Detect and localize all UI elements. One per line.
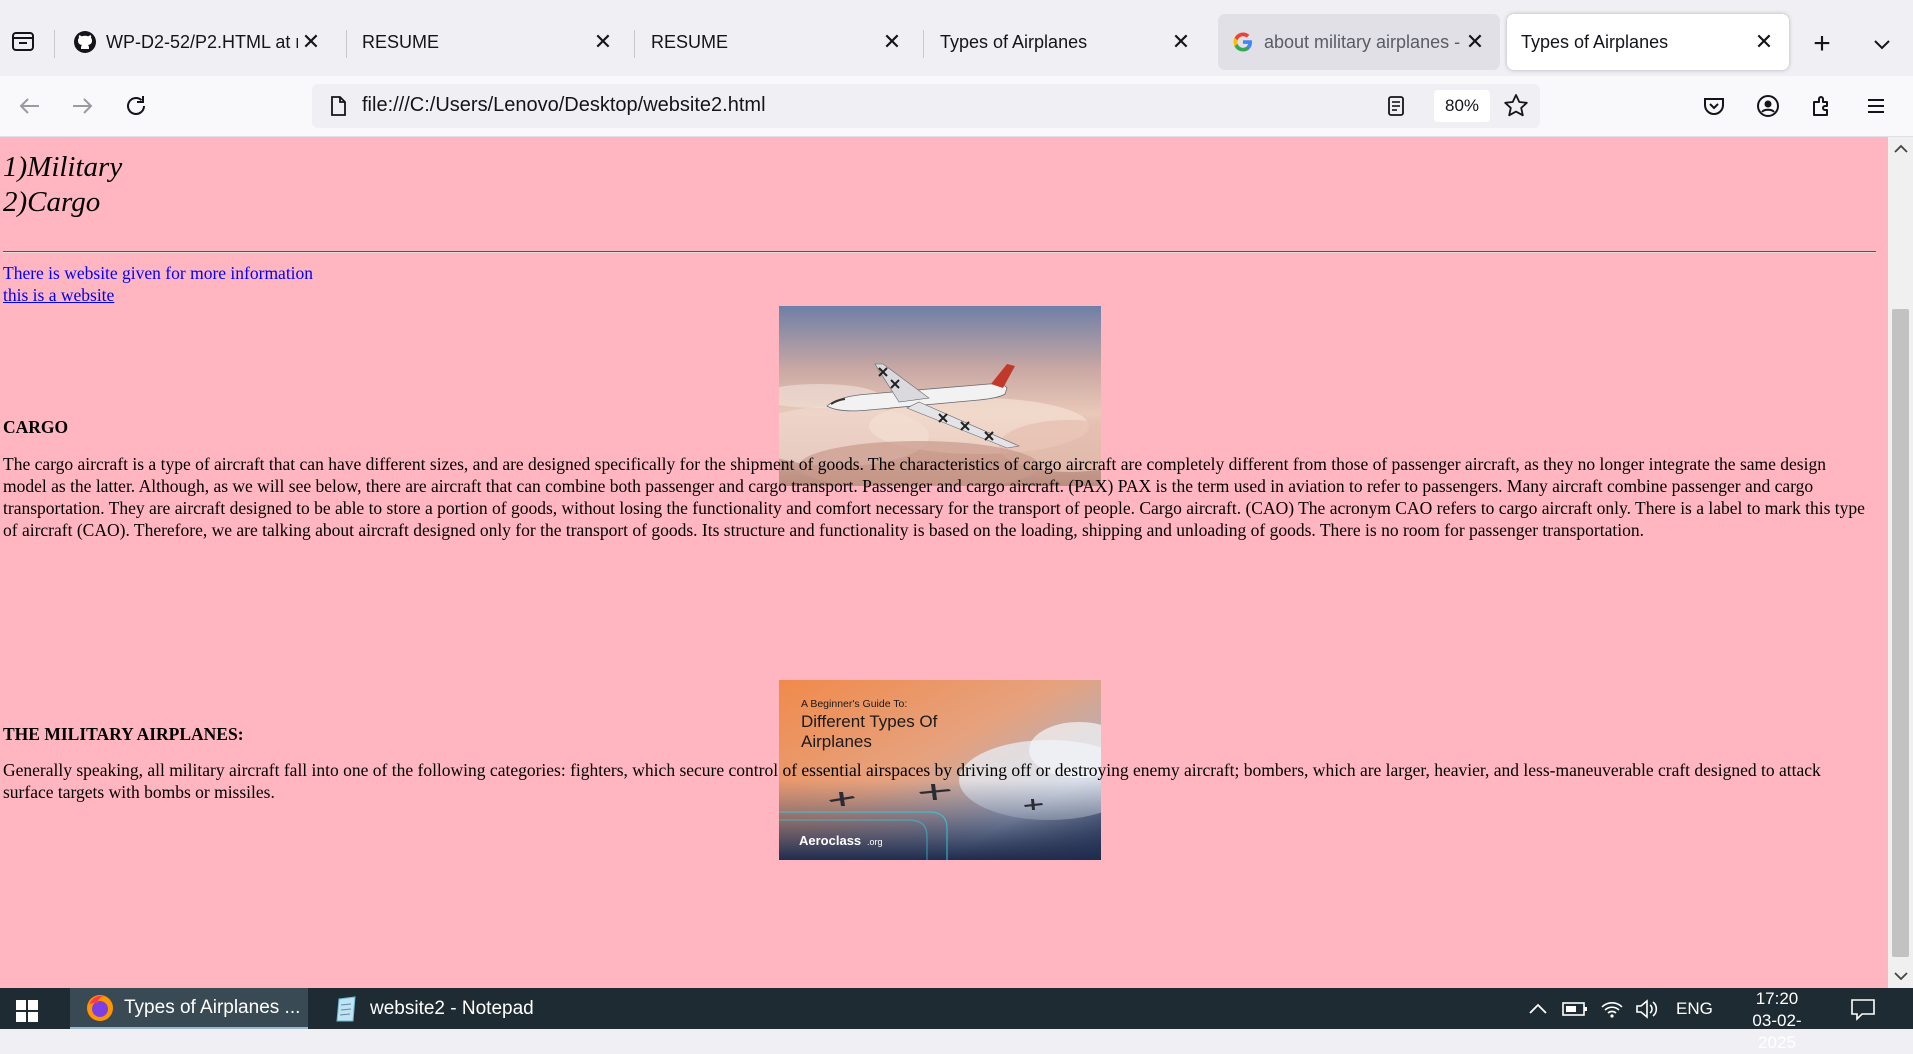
show-hidden-icons-chevron-icon[interactable] xyxy=(1528,988,1548,1029)
close-tab-icon[interactable]: ✕ xyxy=(590,29,616,55)
banner-brand-suffix: .org xyxy=(867,837,883,847)
battery-icon[interactable] xyxy=(1562,988,1588,1029)
tab-resume-2[interactable]: RESUME ✕ xyxy=(637,14,917,70)
info-text: There is website given for more informat… xyxy=(3,263,314,283)
close-tab-icon[interactable]: ✕ xyxy=(1462,29,1488,55)
notifications-icon[interactable] xyxy=(1850,988,1876,1029)
tab-title: RESUME xyxy=(362,31,440,52)
tab-title: Types of Airplanes xyxy=(940,31,1088,52)
banner-subtitle: A Beginner's Guide To: xyxy=(801,698,907,710)
tab-github[interactable]: WP-D2-52/P2.HTML at m ✕ xyxy=(60,14,336,70)
github-icon xyxy=(72,29,98,55)
military-heading: THE MILITARY AIRPLANES: xyxy=(3,724,244,744)
close-tab-icon[interactable]: ✕ xyxy=(1751,29,1777,55)
page-icon xyxy=(326,94,350,118)
account-icon[interactable] xyxy=(1750,88,1786,124)
windows-start-icon[interactable] xyxy=(14,998,44,1028)
list-item-military: 1)Military xyxy=(3,151,123,183)
extensions-puzzle-icon[interactable] xyxy=(1804,88,1840,124)
volume-icon[interactable] xyxy=(1634,988,1660,1029)
taskbar-app-label: Types of Airplanes ... xyxy=(124,996,301,1018)
tab-title: RESUME xyxy=(651,31,729,52)
back-arrow-icon[interactable] xyxy=(12,88,48,124)
scroll-down-arrow-icon[interactable] xyxy=(1888,964,1913,988)
pocket-icon[interactable] xyxy=(1696,88,1732,124)
tab-google-search[interactable]: about military airplanes - ✕ xyxy=(1218,14,1500,70)
cargo-paragraph: The cargo aircraft is a type of aircraft… xyxy=(3,454,1865,540)
url-bar[interactable]: file:///C:/Users/Lenovo/Desktop/website2… xyxy=(312,84,1540,128)
new-tab-plus-icon[interactable]: + xyxy=(1806,27,1838,60)
list-item-cargo: 2)Cargo xyxy=(3,186,101,218)
tab-types-of-airplanes-active[interactable]: Types of Airplanes ✕ xyxy=(1507,14,1789,70)
tab-separator xyxy=(346,30,347,58)
close-tab-icon[interactable]: ✕ xyxy=(298,29,324,55)
banner-brand: Aeroclass xyxy=(799,833,861,848)
tab-separator xyxy=(634,30,635,58)
cargo-heading: CARGO xyxy=(3,417,69,437)
scroll-up-arrow-icon[interactable] xyxy=(1888,137,1913,161)
close-tab-icon[interactable]: ✕ xyxy=(879,29,905,55)
taskbar-app-label: website2 - Notepad xyxy=(370,997,534,1019)
banner-title-line1: Different Types Of xyxy=(801,712,938,731)
military-paragraph: Generally speaking, all military aircraf… xyxy=(3,760,1821,802)
list-all-tabs-chevron-icon[interactable] xyxy=(1866,28,1898,60)
taskbar-app-firefox[interactable]: Types of Airplanes ... xyxy=(70,988,308,1029)
tab-title: about military airplanes - xyxy=(1264,31,1461,52)
vertical-scrollbar[interactable] xyxy=(1888,137,1913,988)
taskbar-app-notepad[interactable]: website2 - Notepad xyxy=(318,988,558,1029)
tab-title: WP-D2-52/P2.HTML at m xyxy=(106,31,298,52)
tab-separator xyxy=(923,30,924,58)
tab-types-of-airplanes-1[interactable]: Types of Airplanes ✕ xyxy=(926,14,1206,70)
tab-separator xyxy=(54,30,55,58)
forward-arrow-icon[interactable] xyxy=(64,88,100,124)
hamburger-menu-icon[interactable] xyxy=(1858,88,1894,124)
reload-icon[interactable] xyxy=(118,88,154,124)
navigation-toolbar: file:///C:/Users/Lenovo/Desktop/website2… xyxy=(0,76,1913,137)
website-link[interactable]: this is a website xyxy=(3,285,114,306)
wifi-icon[interactable] xyxy=(1600,988,1624,1029)
firefox-icon xyxy=(84,992,116,1024)
clock-date: 03-02-2025 xyxy=(1752,1011,1802,1052)
firefox-view-icon[interactable] xyxy=(8,26,38,56)
windows-taskbar: Types of Airplanes ... website2 - Notepa… xyxy=(0,988,1913,1052)
tab-strip: WP-D2-52/P2.HTML at m ✕ RESUME ✕ RESUME … xyxy=(0,0,1913,76)
url-text[interactable]: file:///C:/Users/Lenovo/Desktop/website2… xyxy=(362,94,766,117)
reader-view-icon[interactable] xyxy=(1384,94,1408,118)
bookmark-star-icon[interactable] xyxy=(1502,92,1530,120)
scrollbar-thumb[interactable] xyxy=(1892,309,1909,957)
input-language-indicator[interactable]: ENG xyxy=(1676,988,1713,1029)
banner-title-line2: Airplanes xyxy=(801,732,872,751)
system-clock[interactable]: 17:20 03-02-2025 xyxy=(1740,988,1814,1054)
page-content: 1)Military 2)Cargo There is website give… xyxy=(0,137,1888,988)
clock-time: 17:20 xyxy=(1755,989,1799,1008)
google-icon xyxy=(1230,29,1256,55)
tab-resume-1[interactable]: RESUME ✕ xyxy=(348,14,628,70)
horizontal-rule xyxy=(3,251,1876,253)
notepad-icon xyxy=(330,993,362,1025)
zoom-level-button[interactable]: 80% xyxy=(1434,90,1490,122)
close-tab-icon[interactable]: ✕ xyxy=(1168,29,1194,55)
tab-title: Types of Airplanes xyxy=(1521,31,1669,52)
